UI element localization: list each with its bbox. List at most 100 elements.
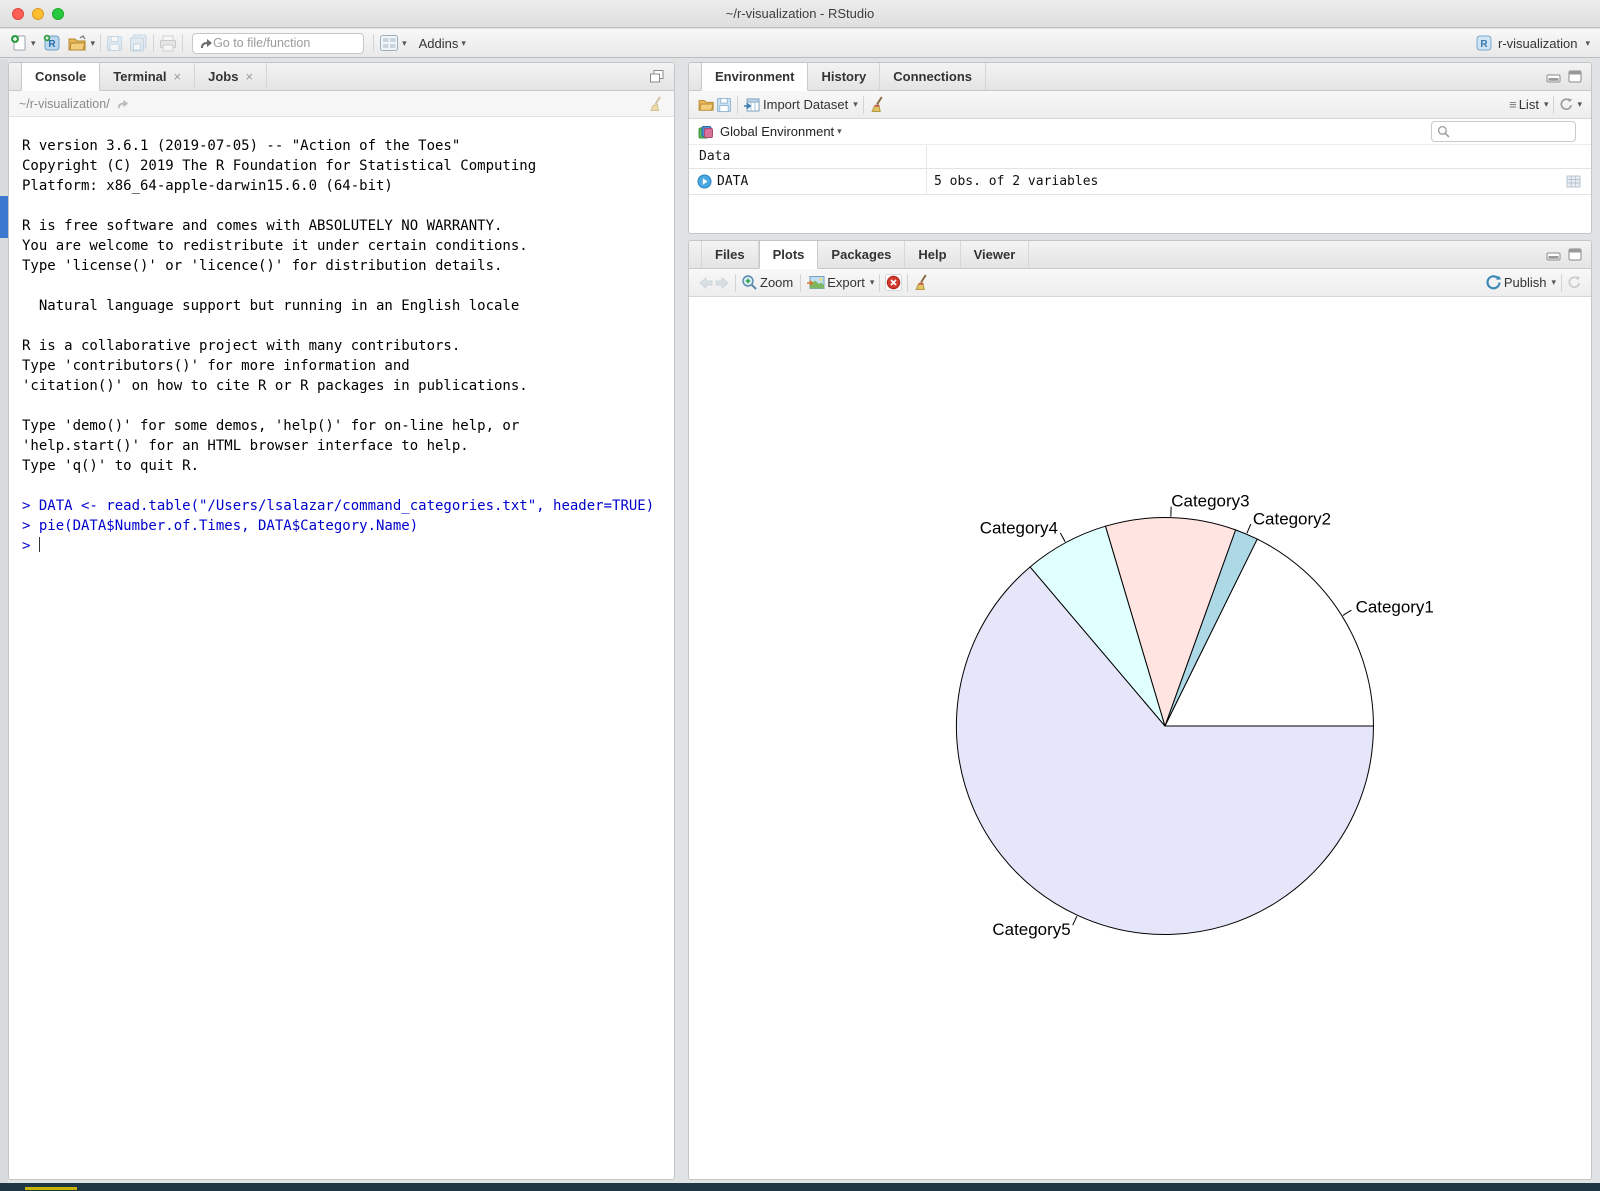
clear-console-button[interactable]	[648, 96, 664, 112]
tab-history[interactable]: History	[808, 63, 880, 90]
environment-scope-select[interactable]: Global Environment	[720, 124, 834, 139]
tab-files[interactable]: Files	[701, 241, 759, 268]
environment-tabbar: Environment History Connections	[689, 63, 1591, 91]
tab-plots[interactable]: Plots	[759, 241, 819, 269]
pane-layout-button[interactable]	[379, 34, 399, 52]
environment-scope-dropdown[interactable]: ▾	[837, 126, 842, 137]
close-icon[interactable]: ×	[245, 69, 253, 84]
pie-chart: Category1Category2Category3Category4Cate…	[690, 298, 1590, 1178]
open-file-dropdown[interactable]: ▾	[91, 38, 96, 49]
print-icon	[159, 35, 177, 52]
goto-directory-icon[interactable]	[116, 98, 129, 110]
console-output[interactable]: R version 3.6.1 (2019-07-05) -- "Action …	[9, 118, 674, 1179]
save-all-button[interactable]	[129, 34, 148, 52]
save-workspace-button[interactable]	[716, 97, 732, 113]
refresh-icon	[1567, 275, 1582, 290]
minimize-pane-icon	[1546, 249, 1561, 261]
tab-terminal[interactable]: Terminal ×	[100, 63, 195, 90]
next-plot-button[interactable]	[714, 276, 730, 290]
print-button[interactable]	[159, 35, 177, 52]
goto-file-box[interactable]	[192, 33, 364, 54]
new-file-dropdown[interactable]: ▾	[31, 38, 36, 49]
goto-arrow-icon	[199, 37, 213, 50]
refresh-plot-button[interactable]	[1567, 275, 1582, 290]
new-project-button[interactable]: R	[42, 33, 62, 53]
previous-plot-button[interactable]	[698, 276, 714, 290]
refresh-environment-dropdown[interactable]: ▾	[1577, 99, 1582, 110]
maximize-pane-icon	[1568, 70, 1582, 83]
new-project-icon: R	[42, 33, 62, 53]
pane-layout-dropdown[interactable]: ▾	[402, 38, 407, 49]
broom-icon	[648, 96, 664, 112]
export-plot-button[interactable]: Export	[827, 275, 865, 290]
remove-plot-button[interactable]	[885, 274, 902, 291]
console-pane: Console Terminal × Jobs × ~/r-visualizat…	[8, 62, 675, 1180]
import-dataset-button[interactable]: Import Dataset	[763, 97, 848, 112]
minimize-pane-button[interactable]	[1546, 249, 1561, 261]
close-icon[interactable]: ×	[174, 69, 182, 84]
clear-environment-button[interactable]	[869, 96, 886, 113]
goto-file-input[interactable]	[213, 36, 348, 50]
import-dataset-icon	[743, 97, 761, 113]
minimize-pane-button[interactable]	[1546, 71, 1561, 83]
plots-toolbar: Zoom Export ▾ Publish ▾	[689, 269, 1591, 297]
svg-text:R: R	[48, 39, 56, 50]
svg-text:R: R	[1480, 39, 1488, 50]
project-menu[interactable]: R r-visualization ▾	[1475, 34, 1590, 52]
refresh-environment-button[interactable]	[1559, 97, 1574, 112]
load-workspace-button[interactable]	[698, 97, 716, 112]
environment-scope-row: Global Environment ▾	[689, 119, 1591, 145]
plot-display: Category1Category2Category3Category4Cate…	[690, 298, 1590, 1178]
environment-view-button[interactable]: List	[1519, 97, 1539, 112]
project-dropdown-icon: ▾	[1585, 38, 1590, 49]
publish-plot-dropdown[interactable]: ▾	[1551, 277, 1556, 288]
environment-section-header: Data	[689, 145, 1591, 169]
tab-viewer[interactable]: Viewer	[961, 241, 1030, 268]
save-icon	[106, 35, 123, 52]
restore-pane-icon	[649, 69, 665, 84]
main-toolbar: ▾ R ▾ ▾ Addins ▾ R r-visualization ▾	[0, 29, 1600, 58]
publish-icon	[1485, 274, 1502, 291]
environment-view-dropdown[interactable]: ▾	[1544, 99, 1549, 110]
project-label: r-visualization	[1498, 36, 1577, 51]
new-file-icon	[10, 34, 28, 52]
addins-dropdown-icon: ▾	[461, 38, 466, 49]
play-icon[interactable]	[697, 174, 712, 189]
r-project-icon: R	[1475, 34, 1493, 52]
addins-menu[interactable]: Addins	[419, 36, 459, 51]
view-data-button[interactable]	[1566, 175, 1581, 188]
tab-connections[interactable]: Connections	[880, 63, 986, 90]
plots-pane: Files Plots Packages Help Viewer	[688, 240, 1592, 1180]
environment-search-box[interactable]	[1431, 121, 1576, 142]
new-file-button[interactable]	[10, 34, 28, 52]
import-dataset-dropdown[interactable]: ▾	[853, 99, 858, 110]
forward-arrow-icon	[714, 276, 730, 290]
publish-plot-button[interactable]: Publish	[1504, 275, 1547, 290]
refresh-icon	[1559, 97, 1574, 112]
clear-plots-button[interactable]	[913, 274, 930, 291]
maximize-pane-button[interactable]	[1568, 248, 1582, 261]
restore-pane-button[interactable]	[649, 69, 665, 84]
broom-icon	[869, 96, 886, 113]
background-selection-fragment	[0, 196, 8, 238]
environment-search-input[interactable]	[1450, 124, 1565, 139]
open-file-button[interactable]	[68, 35, 88, 52]
zoom-plot-button[interactable]: Zoom	[760, 275, 793, 290]
environment-scope-icon	[698, 124, 714, 140]
export-plot-dropdown[interactable]: ▾	[870, 277, 875, 288]
plots-tabbar: Files Plots Packages Help Viewer	[689, 241, 1591, 269]
save-button[interactable]	[106, 35, 123, 52]
tab-console[interactable]: Console	[21, 63, 100, 91]
maximize-pane-button[interactable]	[1568, 70, 1582, 83]
environment-object-row[interactable]: DATA 5 obs. of 2 variables	[689, 169, 1591, 195]
delete-plot-icon	[885, 274, 902, 291]
tab-jobs[interactable]: Jobs ×	[195, 63, 267, 90]
search-icon	[1437, 125, 1450, 138]
tab-packages[interactable]: Packages	[818, 241, 905, 268]
tab-help[interactable]: Help	[905, 241, 960, 268]
desktop-accent	[25, 1187, 77, 1190]
svg-text:Category3: Category3	[1171, 492, 1249, 511]
tab-environment[interactable]: Environment	[701, 63, 808, 91]
console-pathrow: ~/r-visualization/	[9, 91, 674, 117]
svg-text:Category2: Category2	[1253, 509, 1331, 528]
